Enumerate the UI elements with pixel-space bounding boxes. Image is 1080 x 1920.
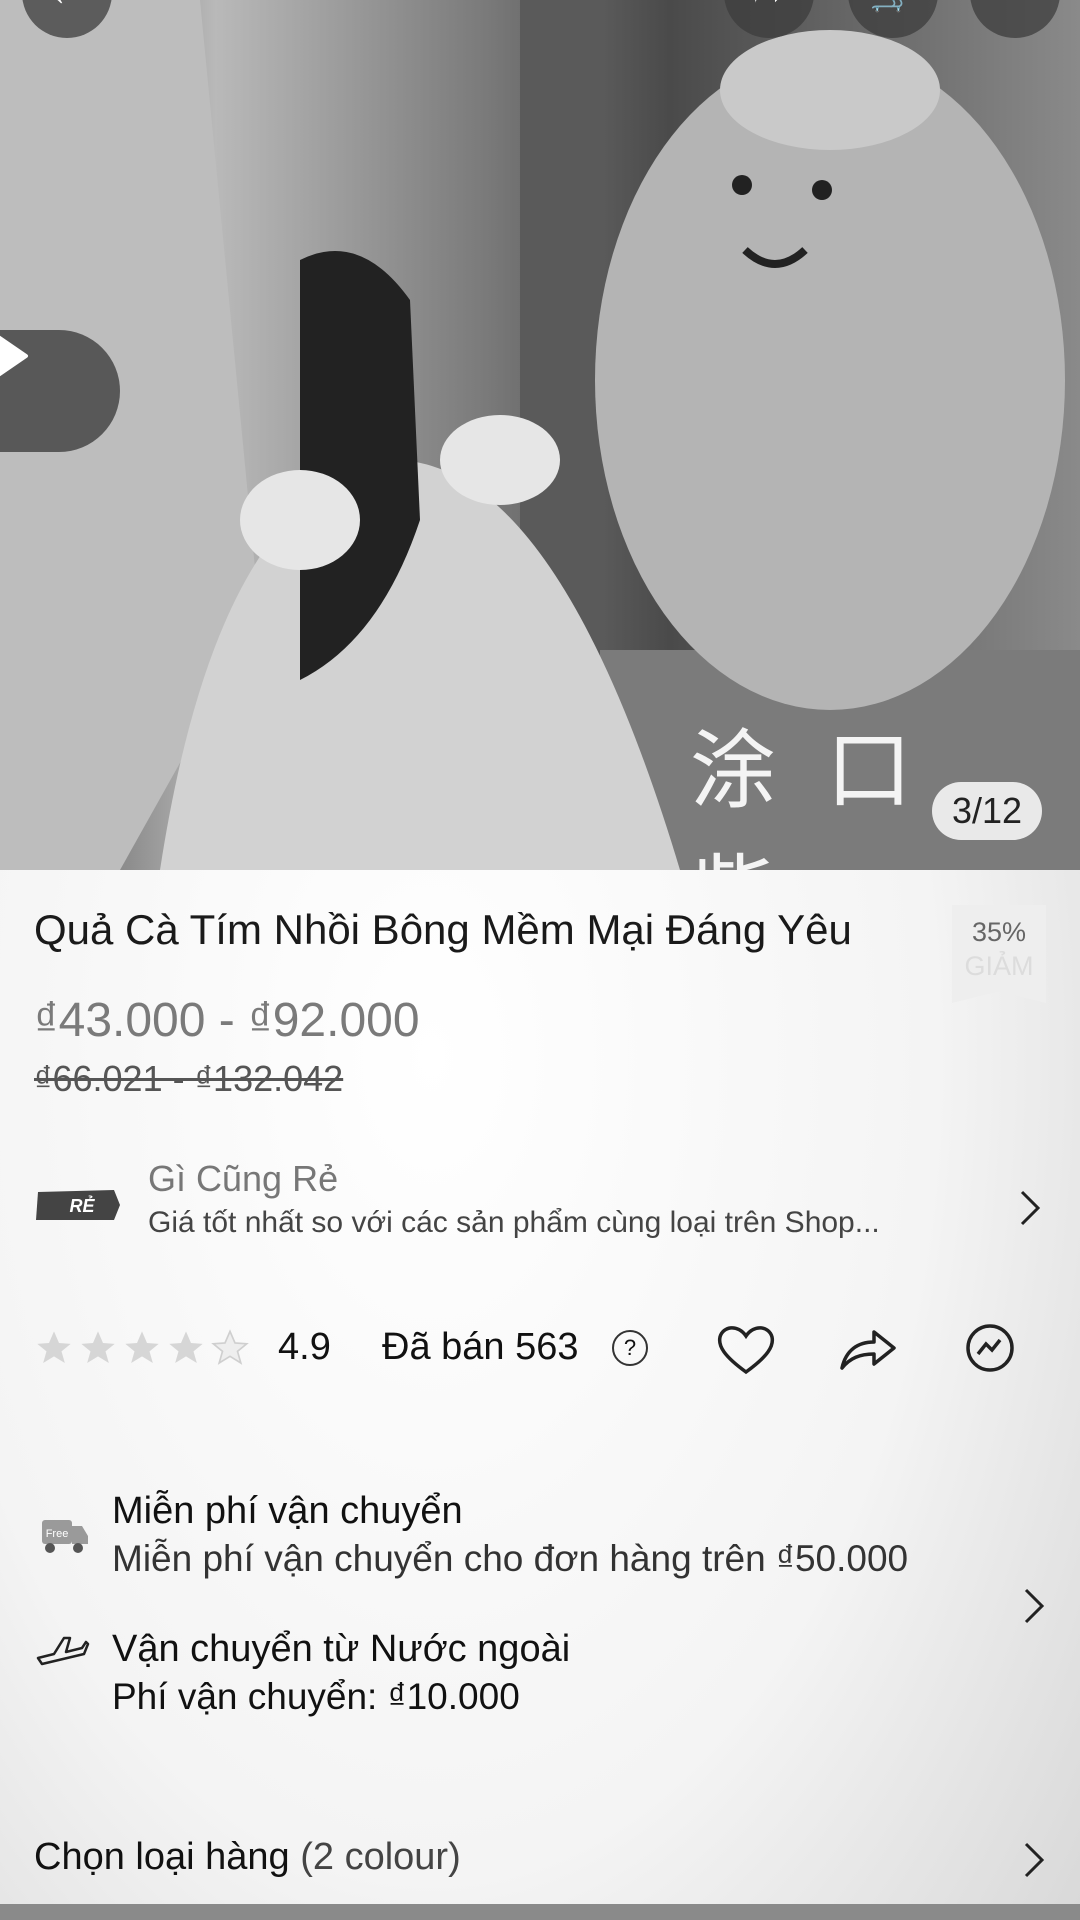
shipping-free[interactable]: Free Miễn phí vận chuyển Miễn phí vận ch… xyxy=(34,1490,1046,1580)
promo-title: Gì Cũng Rẻ xyxy=(148,1158,339,1199)
play-icon xyxy=(0,335,28,377)
free-shipping-truck-icon: Free xyxy=(42,1520,88,1553)
heart-icon xyxy=(717,1326,775,1375)
promo-logo: RẺ xyxy=(36,1190,120,1220)
variant-selector[interactable]: Chọn loại hàng (2 colour) xyxy=(34,1836,461,1879)
discount-percent: 35% xyxy=(971,917,1027,947)
star-icon xyxy=(169,1331,203,1363)
star-icon xyxy=(125,1331,159,1363)
sold-count: Đã bán 563 xyxy=(382,1326,579,1368)
messenger-share-button[interactable] xyxy=(960,1318,1024,1382)
international-shipping-fee: Phí vận chuyển: ₫10.000 xyxy=(112,1676,520,1717)
question-circle-icon[interactable]: ? xyxy=(612,1330,648,1366)
rating-stars xyxy=(34,1328,250,1368)
share-icon: ➦ xyxy=(753,0,785,16)
rating-value: 4.9 xyxy=(278,1326,331,1368)
product-title: Quả Cà Tím Nhồi Bông Mềm Mại Đáng Yêu xyxy=(34,906,852,953)
variant-chevron-right-icon[interactable] xyxy=(1022,1840,1046,1880)
promo-description: Giá tốt nhất so với các sản phẩm cùng lo… xyxy=(148,1206,880,1239)
price-range: ₫43.000 - ₫92.000 xyxy=(34,994,420,1047)
play-video-button[interactable] xyxy=(0,330,120,452)
international-shipping-title: Vận chuyển từ Nước ngoài xyxy=(112,1628,571,1670)
variant-label: Chọn loại hàng xyxy=(34,1836,290,1878)
free-shipping-icon-label: Free xyxy=(46,1528,69,1540)
shipping-chevron-right-icon[interactable] xyxy=(1022,1586,1046,1626)
discount-badge: 35% GIẢM xyxy=(952,905,1046,1003)
product-image-gallery[interactable]: 涂口紫 ← ➦ 🛒 ⋯ 3/12 xyxy=(0,0,1080,870)
image-counter: 3/12 xyxy=(932,782,1042,840)
promo-logo-text: RẺ xyxy=(69,1195,95,1216)
star-half-icon xyxy=(211,1329,249,1365)
bottom-divider xyxy=(0,1904,1080,1920)
variant-count: (2 colour) xyxy=(300,1836,461,1878)
like-button[interactable] xyxy=(714,1318,778,1382)
original-price-range: ₫66.021 - ₫132.042 xyxy=(34,1058,344,1099)
discount-label: GIẢM xyxy=(964,951,1034,981)
stats-row: 4.9 Đã bán 563 ? xyxy=(34,1318,1046,1382)
chevron-right-icon xyxy=(1020,1190,1041,1226)
arrow-left-icon: ← xyxy=(48,0,86,15)
free-shipping-subtitle: Miễn phí vận chuyển cho đơn hàng trên ₫5… xyxy=(112,1538,909,1579)
star-icon xyxy=(37,1331,71,1363)
share-arrow-icon xyxy=(840,1330,896,1370)
free-shipping-title: Miễn phí vận chuyển xyxy=(112,1490,463,1532)
shipping-international[interactable]: Vận chuyển từ Nước ngoài Phí vận chuyển:… xyxy=(34,1628,1046,1718)
promo-row[interactable]: RẺ Gì Cũng Rẻ Giá tốt nhất so với các sả… xyxy=(34,1158,1046,1248)
star-icon xyxy=(81,1331,115,1363)
cart-icon: 🛒 xyxy=(869,0,916,15)
more-icon: ⋯ xyxy=(996,0,1034,16)
share-button[interactable] xyxy=(836,1318,900,1382)
airplane-icon xyxy=(36,1636,90,1666)
